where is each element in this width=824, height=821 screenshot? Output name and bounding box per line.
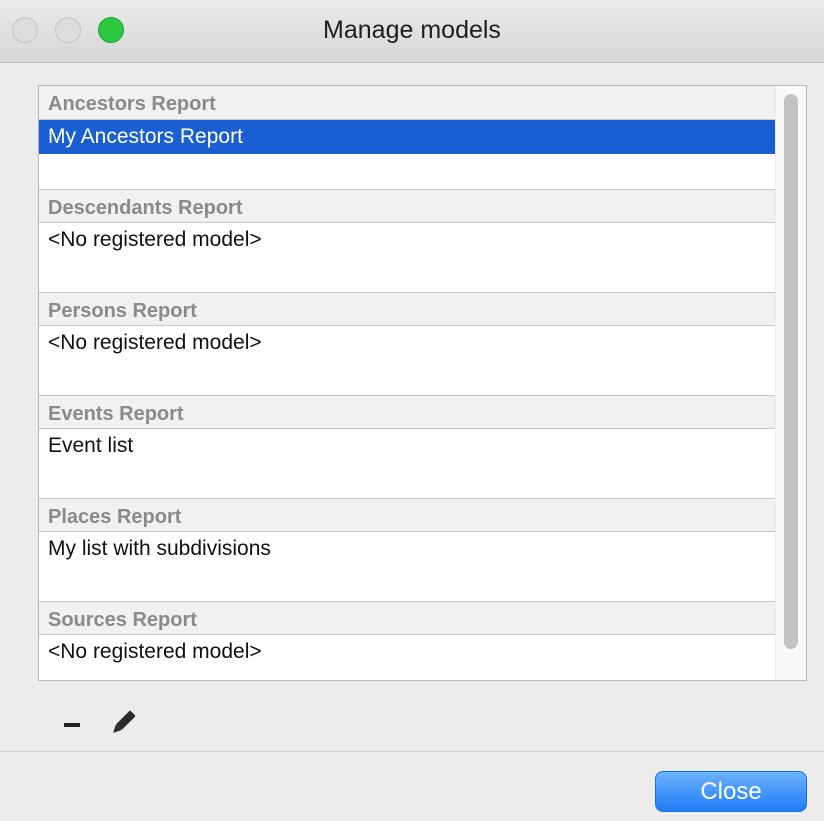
group-body-descendants: <No registered model>: [39, 223, 779, 292]
models-list-content: Ancestors Report My Ancestors Report Des…: [39, 86, 779, 680]
pencil-icon: [113, 710, 136, 733]
manage-models-window: Manage models Ancestors Report My Ancest…: [0, 0, 824, 821]
group-body-events: Event list: [39, 429, 779, 498]
scrollbar-thumb[interactable]: [784, 94, 798, 649]
model-item-my-list-with-subdivisions[interactable]: My list with subdivisions: [39, 532, 779, 566]
group-header-ancestors: Ancestors Report: [39, 86, 779, 120]
edit-model-button[interactable]: [106, 706, 140, 736]
model-item-persons-none[interactable]: <No registered model>: [39, 326, 779, 360]
group-header-sources: Sources Report: [39, 601, 779, 635]
window-title: Manage models: [323, 16, 501, 44]
group-header-places: Places Report: [39, 498, 779, 532]
model-item-descendants-none[interactable]: <No registered model>: [39, 223, 779, 257]
model-item-event-list[interactable]: Event list: [39, 429, 779, 463]
vertical-scrollbar[interactable]: [775, 86, 806, 680]
group-body-places: My list with subdivisions: [39, 532, 779, 601]
close-button[interactable]: Close: [655, 771, 807, 812]
group-body-persons: <No registered model>: [39, 326, 779, 395]
group-header-persons: Persons Report: [39, 292, 779, 326]
minus-icon: [64, 723, 80, 727]
group-header-descendants: Descendants Report: [39, 189, 779, 223]
model-item-my-ancestors-report[interactable]: My Ancestors Report: [39, 120, 779, 154]
models-list[interactable]: Ancestors Report My Ancestors Report Des…: [38, 85, 807, 681]
footer-divider: [0, 751, 824, 752]
group-header-events: Events Report: [39, 395, 779, 429]
title-bar[interactable]: Manage models: [0, 0, 824, 63]
remove-model-button[interactable]: [58, 710, 92, 740]
group-body-ancestors: My Ancestors Report: [39, 120, 779, 189]
model-item-sources-none[interactable]: <No registered model>: [39, 635, 779, 669]
group-body-sources: <No registered model>: [39, 635, 779, 680]
